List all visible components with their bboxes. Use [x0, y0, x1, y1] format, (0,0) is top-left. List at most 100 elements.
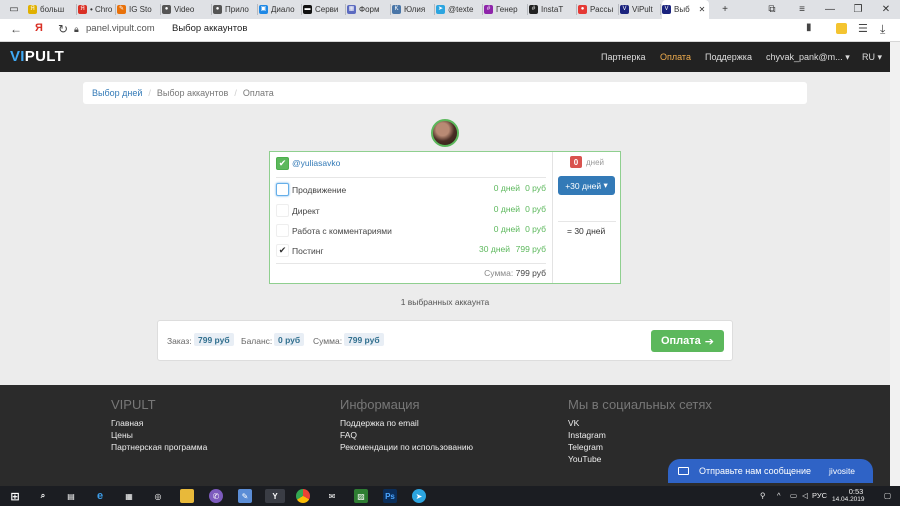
account-username[interactable]: @yuliasavko [292, 158, 340, 168]
yandex-browser-icon[interactable]: Y [265, 489, 285, 503]
browser-tab[interactable]: V ViPult [620, 0, 659, 19]
service-checkbox-posting[interactable]: ✔ [276, 244, 289, 257]
breadcrumb-days[interactable]: Выбор дней [92, 88, 142, 98]
extension-icon[interactable] [836, 23, 847, 34]
photoshop-icon[interactable]: Ps [383, 489, 397, 503]
tab-manager-icon[interactable]: ⧉ [760, 0, 784, 19]
url-text[interactable]: panel.vipult.com [86, 23, 155, 34]
people-icon[interactable]: ⚲ [760, 491, 766, 500]
footer-link-youtube[interactable]: YouTube [568, 454, 601, 464]
tab-separator [160, 4, 161, 15]
back-arrow-icon[interactable]: ← [10, 22, 22, 36]
browser-tab-label: Серви [315, 5, 339, 14]
notifications-icon[interactable]: ▢ [884, 491, 891, 500]
chat-widget[interactable]: Отправьте нам сообщение jivosite [668, 459, 873, 483]
telegram-icon[interactable]: ➤ [412, 489, 426, 503]
tab-favicon-icon: # [529, 5, 538, 14]
browser-tab[interactable]: V Выб ✕ [662, 0, 709, 19]
browser-tab-label: InstaT [541, 5, 564, 14]
service-name: Работа с комментариями [292, 226, 392, 236]
footer-link-home[interactable]: Главная [111, 418, 143, 428]
tab-favicon-icon: ● [162, 5, 171, 14]
app-green-icon[interactable]: ▨ [354, 489, 368, 503]
browser-tab[interactable]: ● Video [162, 0, 210, 19]
new-tab-button[interactable]: + [713, 0, 737, 19]
browser-tab[interactable]: ● Прило [213, 0, 256, 19]
service-checkbox-direct[interactable] [276, 204, 289, 217]
service-name: Продвижение [292, 185, 347, 195]
service-checkbox-comments[interactable] [276, 224, 289, 237]
nav-payment[interactable]: Оплата [660, 52, 691, 62]
browser-tab[interactable]: # InstaT [529, 0, 575, 19]
store-icon[interactable]: ▦ [122, 489, 136, 503]
nav-support[interactable]: Поддержка [705, 52, 752, 62]
explorer-icon[interactable] [180, 489, 194, 503]
add-30-days-button[interactable]: +30 дней ▾ [558, 176, 615, 195]
browser-tab[interactable]: # Генер [484, 0, 526, 19]
envelope-icon [678, 467, 689, 475]
browser-tab-label: • Chro [90, 5, 113, 14]
close-tab-icon[interactable]: ✕ [699, 5, 706, 14]
footer-link-vk[interactable]: VK [568, 418, 579, 428]
nav-user-menu[interactable]: chyvak_pank@m... ▾ [766, 52, 850, 63]
reload-icon[interactable]: ↻ [58, 22, 68, 36]
sum-value: 799 руб [344, 333, 384, 346]
footer-link-email-support[interactable]: Поддержка по email [340, 418, 419, 428]
footer-link-partner[interactable]: Партнерская программа [111, 442, 207, 452]
page-scrollbar[interactable] [890, 42, 900, 486]
account-checkbox[interactable]: ✔ [276, 157, 289, 170]
close-window-icon[interactable]: ✕ [874, 0, 898, 19]
service-checkbox-promotion[interactable] [276, 183, 289, 196]
footer-link-faq[interactable]: FAQ [340, 430, 357, 440]
footer-link-telegram[interactable]: Telegram [568, 442, 603, 452]
download-icon[interactable]: ⤓ [880, 22, 885, 37]
tray-date[interactable]: 14.04.2019 [832, 496, 865, 503]
days-badge: 0 [570, 156, 582, 168]
yandex-icon[interactable]: Я [35, 22, 43, 34]
nav-partner[interactable]: Партнерка [601, 52, 646, 62]
minimize-icon[interactable]: — [818, 0, 842, 19]
browser-tab[interactable]: ▦ Форм [347, 0, 389, 19]
edge-icon[interactable]: e [93, 489, 107, 503]
browser-tab[interactable]: Ябольш [28, 0, 75, 19]
breadcrumb-accounts[interactable]: Выбор аккаунтов [157, 88, 228, 98]
volume-icon[interactable]: ◁ [802, 491, 808, 500]
windows-start-icon[interactable]: ⊞ [8, 489, 22, 503]
chrome-icon[interactable] [296, 489, 310, 503]
browser-tab[interactable]: ▣ Диало [259, 0, 300, 19]
browser-tab[interactable]: ➤ @texte [436, 0, 481, 19]
protect-icon[interactable]: ☰ [858, 22, 868, 35]
vipult-logo[interactable]: VIPULT [10, 48, 64, 65]
task-view-icon[interactable]: ▤ [64, 489, 78, 503]
mail-icon[interactable]: ✉ [325, 489, 339, 503]
browser-tab[interactable]: ✎ IG Sto [117, 0, 159, 19]
footer-link-prices[interactable]: Цены [111, 430, 133, 440]
chat-widget-label: Отправьте нам сообщение [699, 466, 812, 476]
bookmark-icon[interactable]: ▮ [806, 22, 812, 33]
browser-tab[interactable]: K Юлия [392, 0, 433, 19]
divider [558, 221, 616, 222]
browser-tab-label: Форм [359, 5, 380, 14]
maximize-icon[interactable]: ❐ [846, 0, 870, 19]
footer-link-instagram[interactable]: Instagram [568, 430, 606, 440]
service-name: Постинг [292, 246, 324, 256]
menu-icon[interactable]: ≡ [790, 0, 814, 19]
tray-language[interactable]: РУС [812, 491, 827, 500]
tray-up-icon[interactable]: ^ [777, 491, 781, 500]
tray-time[interactable]: 0:53 [842, 487, 870, 496]
divider [276, 263, 546, 264]
viber-icon[interactable]: ✆ [209, 489, 223, 503]
browser-tab[interactable]: ● Рассы [578, 0, 617, 19]
search-icon[interactable]: ⌕ [36, 489, 50, 503]
service-days: 30 дней [479, 244, 510, 254]
battery-icon[interactable]: ▭ [790, 491, 797, 500]
tab-panel-icon[interactable]: ▭ [2, 0, 26, 19]
browser-tab[interactable]: ▬ Серви [303, 0, 344, 19]
editor-icon[interactable]: ✎ [238, 489, 252, 503]
browser-tab[interactable]: Я • Chro [78, 0, 114, 19]
breadcrumb: Выбор дней / Выбор аккаунтов / Оплата [83, 82, 807, 104]
app-icon[interactable]: ◎ [151, 489, 165, 503]
pay-button[interactable]: Оплата ➔ [651, 330, 724, 352]
footer-link-recommendations[interactable]: Рекомендации по использованию [340, 442, 473, 452]
nav-language[interactable]: RU ▾ [862, 52, 882, 63]
